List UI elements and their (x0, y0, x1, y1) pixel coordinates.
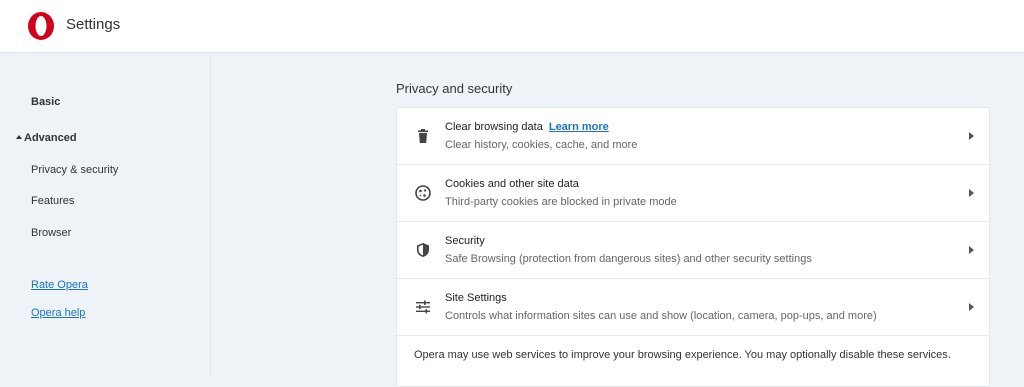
page-title: Settings (66, 16, 121, 33)
cookie-icon (415, 185, 431, 201)
chevron-right-icon (969, 189, 974, 197)
sidebar: Basic Advanced Privacy & security Featur… (0, 54, 211, 377)
web-services-notice: Opera may use web services to improve yo… (414, 349, 951, 361)
sidebar-item-features[interactable]: Features (31, 195, 74, 207)
row-subtitle: Third-party cookies are blocked in priva… (445, 196, 677, 208)
site-settings-row[interactable]: Site Settings Controls what information … (397, 279, 989, 336)
sliders-icon (416, 300, 430, 314)
clear-browsing-data-row[interactable]: Clear browsing data Learn more Clear hist… (397, 108, 989, 165)
chevron-right-icon (969, 246, 974, 254)
chevron-right-icon (969, 303, 974, 311)
rate-opera-link[interactable]: Rate Opera (31, 279, 88, 291)
trash-icon (418, 129, 428, 143)
sidebar-item-basic[interactable]: Basic (31, 96, 60, 108)
opera-logo-icon (28, 12, 54, 40)
chevron-right-icon (969, 132, 974, 140)
opera-help-link[interactable]: Opera help (31, 307, 85, 319)
sidebar-item-advanced[interactable]: Advanced (16, 132, 77, 144)
section-title: Privacy and security (396, 81, 513, 96)
sidebar-item-privacy-security[interactable]: Privacy & security (31, 164, 118, 176)
row-title-text: Clear browsing data (445, 121, 543, 133)
cookies-row[interactable]: Cookies and other site data Third-party … (397, 165, 989, 222)
row-subtitle: Safe Browsing (protection from dangerous… (445, 253, 812, 265)
caret-up-icon (16, 135, 22, 139)
row-title: Cookies and other site data (445, 178, 579, 190)
row-title: Clear browsing data Learn more (445, 121, 609, 133)
main-content: Privacy and security Clear browsing data… (212, 54, 1024, 387)
settings-card: Clear browsing data Learn more Clear hist… (396, 107, 990, 387)
row-subtitle: Clear history, cookies, cache, and more (445, 139, 638, 151)
row-title: Site Settings (445, 292, 507, 304)
security-row[interactable]: Security Safe Browsing (protection from … (397, 222, 989, 279)
row-title: Security (445, 235, 485, 247)
row-subtitle: Controls what information sites can use … (445, 310, 877, 322)
sidebar-item-advanced-label: Advanced (24, 132, 77, 144)
shield-icon (417, 243, 429, 257)
header-bar: Settings (0, 0, 1024, 53)
learn-more-link[interactable]: Learn more (549, 121, 609, 133)
sidebar-item-browser[interactable]: Browser (31, 227, 71, 239)
